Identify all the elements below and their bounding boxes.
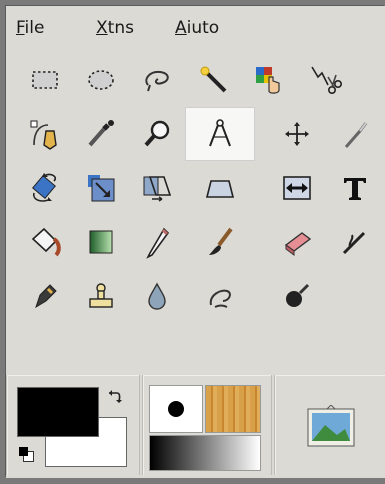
pattern-preview[interactable] [205,385,261,433]
scale-icon [88,175,115,202]
rotate-icon [32,173,57,202]
brush-pattern-panel [142,375,272,475]
bucket-fill-icon [31,227,61,257]
default-colors-icon[interactable] [19,447,34,462]
color-picker-icon [88,120,114,147]
tool-smudge[interactable] [185,269,255,323]
tool-measure[interactable] [185,107,255,161]
rect-select-icon [32,71,58,89]
tool-paths[interactable] [17,107,73,161]
tool-blur[interactable] [129,269,185,323]
clone-icon [89,283,113,308]
eraser-icon [284,232,312,256]
tool-rect-select[interactable] [17,53,73,107]
tool-text[interactable] [325,161,385,215]
ellipse-select-icon [88,70,114,90]
tool-rotate[interactable] [17,161,73,215]
tool-select-by-color[interactable] [241,53,297,107]
tool-pencil[interactable] [129,215,185,269]
tool-perspective[interactable] [185,161,255,215]
text-icon [344,178,366,200]
crop-icon [344,122,368,148]
image-thumbnail-icon[interactable] [307,404,355,447]
blur-icon [148,282,166,310]
tool-bucket-fill[interactable] [17,215,73,269]
select-by-color-icon [256,67,280,94]
tool-airbrush[interactable] [325,215,385,269]
menu-aiuto[interactable]: Aiuto [175,18,219,38]
brush-preview[interactable] [149,385,203,433]
menu-file[interactable]: File [16,18,44,38]
tool-crop[interactable] [325,107,385,161]
menu-xtns[interactable]: Xtns [96,18,134,38]
menubar: File Xtns Aiuto [6,6,385,50]
foreground-color-swatch[interactable] [17,387,99,437]
paintbrush-icon [209,227,233,255]
measure-icon [209,119,231,147]
tool-blend[interactable] [73,215,129,269]
free-select-icon [145,70,169,92]
ink-icon [35,284,57,309]
gradient-preview[interactable] [149,435,261,471]
move-icon [285,122,309,146]
tool-eraser[interactable] [269,215,325,269]
tool-clone[interactable] [73,269,129,323]
blend-icon [89,230,113,254]
active-image-panel [274,375,385,475]
tool-scissors-select[interactable] [297,53,353,107]
airbrush-icon [342,231,366,255]
swap-colors-icon[interactable] [105,387,125,407]
tool-scale[interactable] [73,161,129,215]
tool-fuzzy-select[interactable] [185,53,241,107]
dodge-burn-icon [286,283,310,307]
flip-icon [283,176,311,200]
scissors-select-icon [311,66,342,94]
toolbox-window: File Xtns Aiuto [6,6,385,478]
tool-paintbrush[interactable] [185,215,255,269]
tool-dodge-burn[interactable] [269,269,325,323]
tool-ink[interactable] [17,269,73,323]
tool-free-select[interactable] [129,53,185,107]
paths-icon [30,120,57,150]
tool-ellipse-select[interactable] [73,53,129,107]
shear-icon [143,176,172,202]
tool-zoom[interactable] [129,107,185,161]
perspective-icon [205,180,235,198]
tool-shear[interactable] [129,161,185,215]
tool-flip[interactable] [269,161,325,215]
tool-color-picker[interactable] [73,107,129,161]
zoom-icon [144,120,170,147]
brush-dot-icon [168,401,184,417]
tool-move[interactable] [269,107,325,161]
bottom-panel [6,375,385,478]
pencil-icon [146,227,170,259]
color-panel [6,375,140,475]
smudge-icon [209,289,231,308]
fuzzy-select-icon [200,66,227,93]
